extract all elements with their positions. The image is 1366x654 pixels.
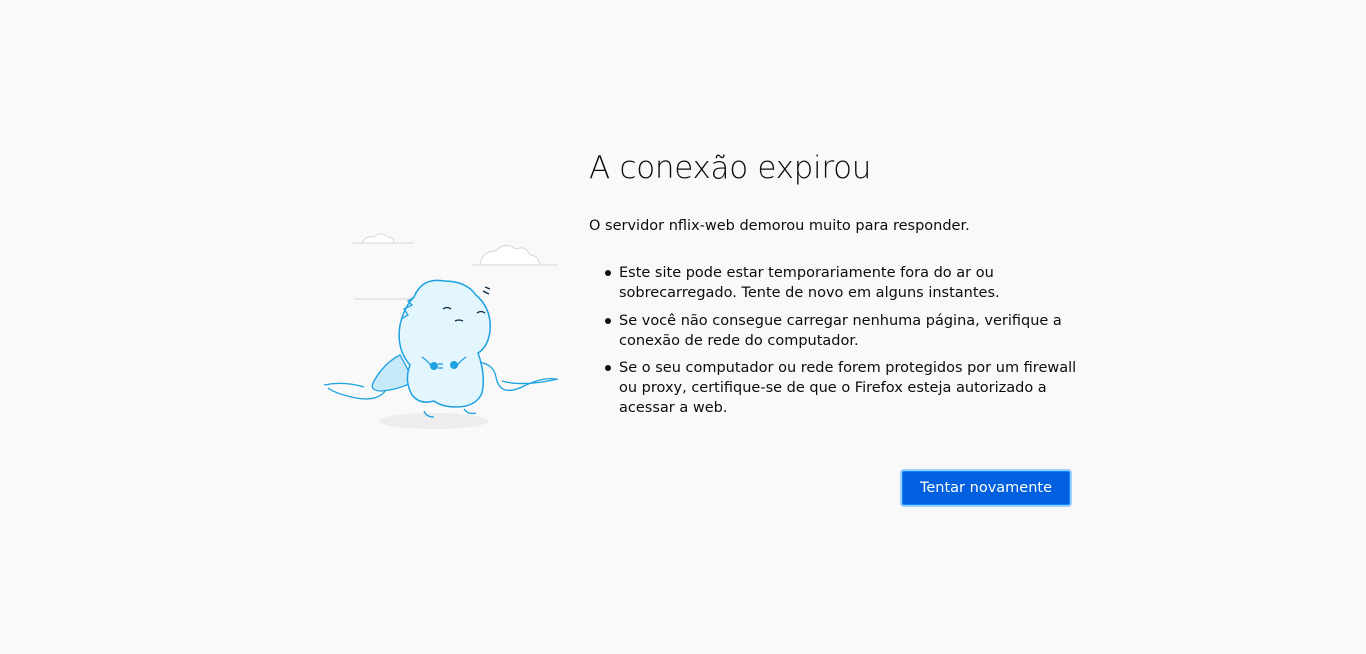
advice-list: Este site pode estar temporariamente for… bbox=[589, 263, 1079, 418]
page-title: A conexão expirou bbox=[589, 150, 872, 186]
advice-item-text: Se você não consegue carregar nenhuma pá… bbox=[619, 312, 1062, 349]
bullet-icon bbox=[605, 365, 611, 371]
try-again-button[interactable]: Tentar novamente bbox=[902, 471, 1070, 505]
advice-item-text: Se o seu computador ou rede forem proteg… bbox=[619, 360, 1077, 416]
advice-item: Se o seu computador ou rede forem proteg… bbox=[605, 358, 1079, 418]
error-content: A conexão expirou O servidor nflix-web d… bbox=[589, 148, 1079, 426]
advice-item: Este site pode estar temporariamente for… bbox=[605, 263, 1079, 303]
bullet-icon bbox=[605, 317, 611, 324]
short-description: O servidor nflix-web demorou muito para … bbox=[589, 218, 970, 234]
error-page: A conexão expirou O servidor nflix-web d… bbox=[0, 0, 1366, 654]
advice-item-text: Este site pode estar temporariamente for… bbox=[619, 265, 1000, 301]
unplugged-dino-icon bbox=[322, 225, 562, 435]
advice-item: Se você não consegue carregar nenhuma pá… bbox=[605, 311, 1079, 351]
bullet-icon bbox=[605, 270, 611, 276]
